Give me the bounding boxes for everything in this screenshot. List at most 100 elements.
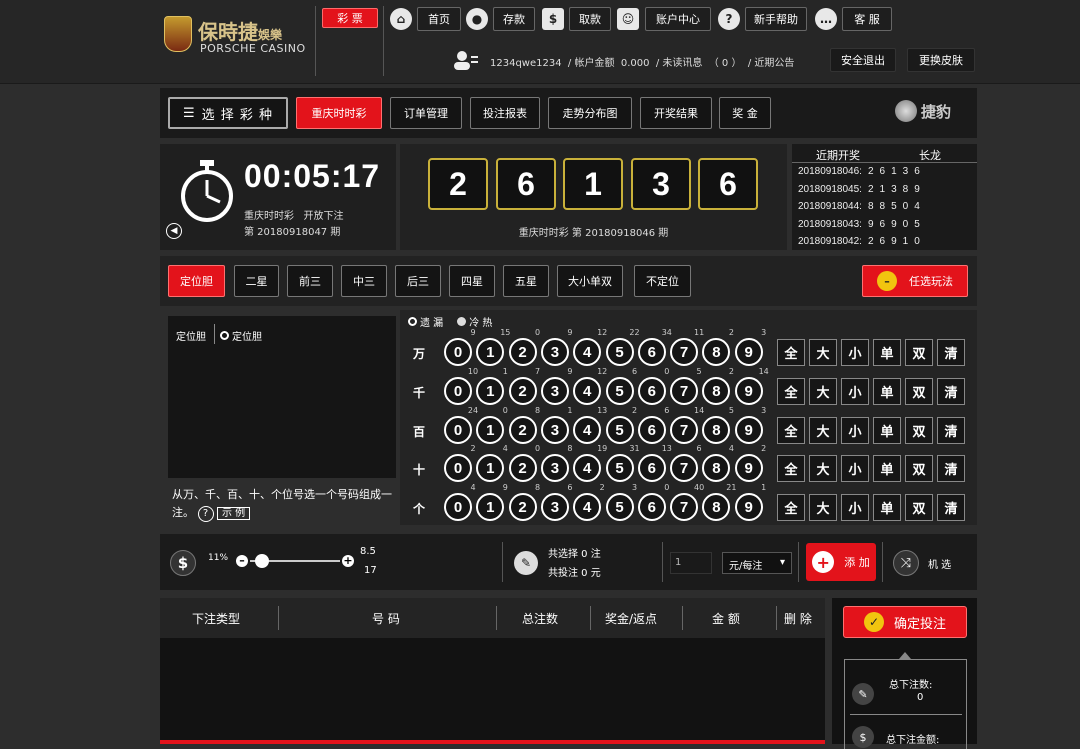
number-ball[interactable]: 9 bbox=[734, 454, 763, 482]
change-skin-button[interactable]: 更换皮肤 bbox=[907, 48, 975, 72]
nav-withdraw[interactable]: 取款 bbox=[569, 7, 611, 31]
help-icon[interactable]: ? bbox=[197, 506, 214, 522]
quick-select-odd-button[interactable]: 单 bbox=[873, 339, 901, 366]
quick-select-small-button[interactable]: 小 bbox=[841, 339, 869, 366]
quick-select-big-button[interactable]: 大 bbox=[809, 339, 837, 366]
number-ball[interactable]: 6 bbox=[637, 416, 666, 444]
number-ball[interactable]: 9 bbox=[734, 416, 763, 444]
number-ball[interactable]: 6 bbox=[637, 377, 666, 405]
number-ball[interactable]: 7 bbox=[670, 416, 699, 444]
number-ball[interactable]: 7 bbox=[670, 454, 699, 482]
quick-select-odd-button[interactable]: 单 bbox=[873, 378, 901, 405]
unit-select[interactable]: 元/每注 ▾ bbox=[722, 552, 792, 574]
quick-select-big-button[interactable]: 大 bbox=[809, 378, 837, 405]
play-tab-5star[interactable]: 五星 bbox=[503, 265, 549, 297]
play-tab-front3[interactable]: 前三 bbox=[287, 265, 333, 297]
tab-results[interactable]: 开奖结果 bbox=[640, 97, 712, 129]
hot-toggle[interactable]: 冷 热 bbox=[457, 314, 492, 329]
number-ball[interactable]: 5 bbox=[605, 416, 634, 444]
number-ball[interactable]: 4 bbox=[573, 377, 602, 405]
number-ball[interactable]: 5 bbox=[605, 377, 634, 405]
number-ball[interactable]: 9 bbox=[734, 493, 763, 521]
number-ball[interactable]: 2 bbox=[508, 493, 537, 521]
quick-select-clear-button[interactable]: 清 bbox=[937, 494, 965, 521]
quick-select-small-button[interactable]: 小 bbox=[841, 494, 869, 521]
quick-select-small-button[interactable]: 小 bbox=[841, 378, 869, 405]
quick-select-odd-button[interactable]: 单 bbox=[873, 494, 901, 521]
number-ball[interactable]: 6 bbox=[637, 338, 666, 366]
number-ball[interactable]: 4 bbox=[573, 338, 602, 366]
tab-report[interactable]: 投注报表 bbox=[470, 97, 540, 129]
slider-minus-icon[interactable]: – bbox=[236, 555, 248, 567]
number-ball[interactable]: 2 bbox=[508, 454, 537, 482]
number-ball[interactable]: 4 bbox=[573, 493, 602, 521]
quick-select-small-button[interactable]: 小 bbox=[841, 455, 869, 482]
quick-select-even-button[interactable]: 双 bbox=[905, 494, 933, 521]
number-ball[interactable]: 7 bbox=[670, 377, 699, 405]
number-ball[interactable]: 0 bbox=[444, 454, 472, 482]
quick-select-even-button[interactable]: 双 bbox=[905, 378, 933, 405]
notice-link[interactable]: 近期公告 bbox=[754, 58, 794, 69]
quick-select-small-button[interactable]: 小 bbox=[841, 417, 869, 444]
history-recent-tab[interactable]: 近期开奖 bbox=[816, 147, 860, 163]
play-tab-back3[interactable]: 后三 bbox=[395, 265, 441, 297]
nav-home[interactable]: 首页 bbox=[417, 7, 461, 31]
number-ball[interactable]: 0 bbox=[444, 338, 472, 366]
quick-select-all-button[interactable]: 全 bbox=[777, 339, 805, 366]
number-ball[interactable]: 0 bbox=[444, 416, 472, 444]
quick-select-all-button[interactable]: 全 bbox=[777, 455, 805, 482]
example-button[interactable]: 示 例 bbox=[217, 507, 251, 520]
piggy-bank-icon[interactable]: ● bbox=[466, 8, 488, 30]
shuffle-icon[interactable]: ⤨ bbox=[893, 550, 919, 576]
quick-select-clear-button[interactable]: 清 bbox=[937, 339, 965, 366]
tab-orders[interactable]: 订单管理 bbox=[390, 97, 462, 129]
number-ball[interactable]: 3 bbox=[540, 338, 569, 366]
tab-chongqing[interactable]: 重庆时时彩 bbox=[296, 97, 382, 129]
multiplier-input[interactable]: 1 bbox=[670, 552, 712, 574]
quick-select-even-button[interactable]: 双 bbox=[905, 455, 933, 482]
free-choose-button[interactable]: – 任选玩法 bbox=[862, 265, 968, 297]
number-ball[interactable]: 0 bbox=[444, 493, 472, 521]
number-ball[interactable]: 5 bbox=[605, 338, 634, 366]
play-tab-any[interactable]: 不定位 bbox=[634, 265, 691, 297]
number-ball[interactable]: 3 bbox=[540, 416, 569, 444]
nav-service[interactable]: 客 服 bbox=[842, 7, 892, 31]
number-ball[interactable]: 3 bbox=[540, 377, 569, 405]
quick-select-odd-button[interactable]: 单 bbox=[873, 455, 901, 482]
nav-help[interactable]: 新手帮助 bbox=[745, 7, 807, 31]
number-ball[interactable]: 4 bbox=[573, 454, 602, 482]
number-ball[interactable]: 5 bbox=[605, 493, 634, 521]
method-option[interactable]: 定位胆 bbox=[220, 328, 262, 343]
quick-select-all-button[interactable]: 全 bbox=[777, 378, 805, 405]
home-icon[interactable]: ⌂ bbox=[390, 8, 412, 30]
quick-select-big-button[interactable]: 大 bbox=[809, 494, 837, 521]
quick-select-clear-button[interactable]: 清 bbox=[937, 455, 965, 482]
quick-select-clear-button[interactable]: 清 bbox=[937, 417, 965, 444]
quick-select-clear-button[interactable]: 清 bbox=[937, 378, 965, 405]
random-pick-button[interactable]: 机 选 bbox=[928, 556, 951, 571]
quick-select-even-button[interactable]: 双 bbox=[905, 339, 933, 366]
brand-logo[interactable]: 保時捷娛樂 PORSCHE CASINO bbox=[160, 12, 310, 60]
history-streak-tab[interactable]: 长龙 bbox=[919, 147, 941, 163]
number-ball[interactable]: 9 bbox=[734, 338, 763, 366]
play-tab-mid3[interactable]: 中三 bbox=[341, 265, 387, 297]
quick-select-even-button[interactable]: 双 bbox=[905, 417, 933, 444]
number-ball[interactable]: 6 bbox=[637, 454, 666, 482]
quick-select-big-button[interactable]: 大 bbox=[809, 455, 837, 482]
id-card-icon[interactable]: ☺ bbox=[617, 8, 639, 30]
nav-deposit[interactable]: 存款 bbox=[493, 7, 535, 31]
sound-toggle-icon[interactable]: ◀ bbox=[166, 223, 182, 239]
cash-icon[interactable]: $ bbox=[542, 8, 564, 30]
tab-prize[interactable]: 奖 金 bbox=[719, 97, 771, 129]
play-tab-2star[interactable]: 二星 bbox=[234, 265, 279, 297]
rebate-slider-handle[interactable] bbox=[254, 554, 269, 568]
number-ball[interactable]: 7 bbox=[670, 493, 699, 521]
number-ball[interactable]: 2 bbox=[508, 377, 537, 405]
number-ball[interactable]: 5 bbox=[605, 454, 634, 482]
quick-select-all-button[interactable]: 全 bbox=[777, 494, 805, 521]
tab-trend[interactable]: 走势分布图 bbox=[548, 97, 632, 129]
help-icon[interactable]: ? bbox=[718, 8, 740, 30]
lottery-tab[interactable]: 彩 票 bbox=[322, 8, 378, 28]
select-game-button[interactable]: ☰ 选 择 彩 种 bbox=[168, 97, 288, 129]
play-tab-position[interactable]: 定位胆 bbox=[168, 265, 225, 297]
